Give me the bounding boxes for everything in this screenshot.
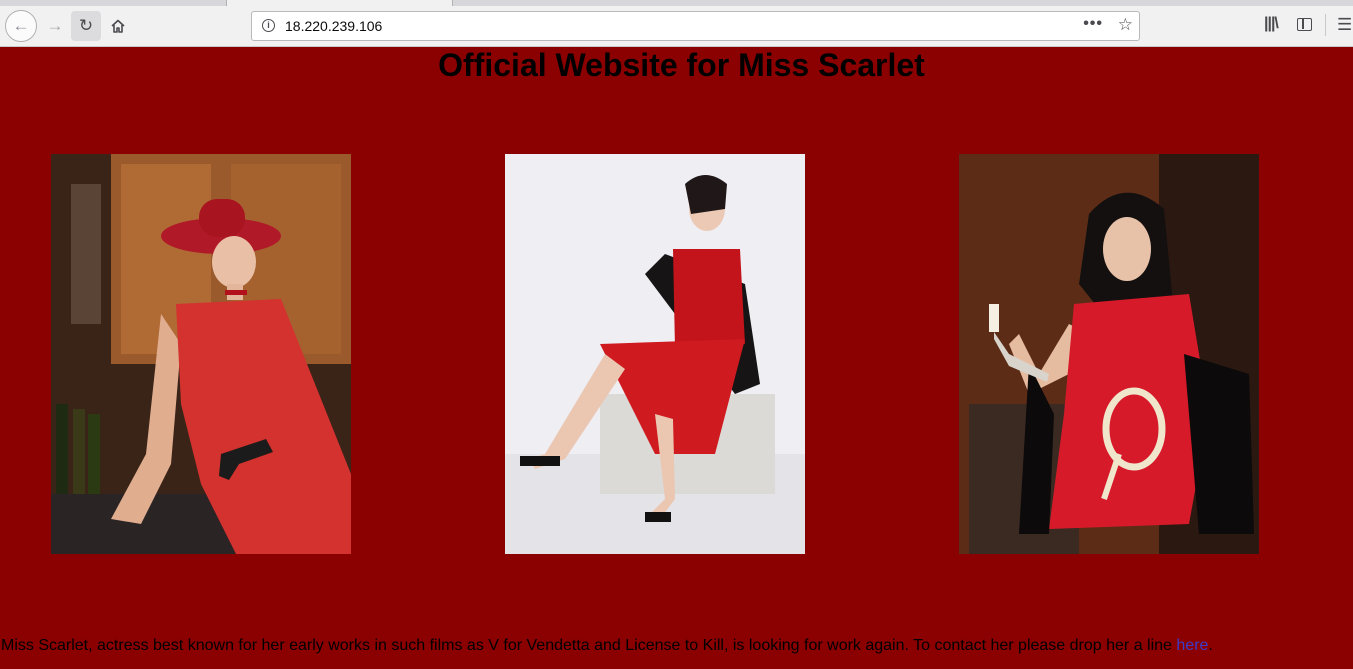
active-tab[interactable] [226,0,453,6]
hamburger-menu-icon[interactable]: ☰ [1337,15,1352,35]
site-info-icon[interactable]: i [262,19,275,32]
photo-candlestick-rope [959,154,1259,554]
photo-red-hat [51,154,351,554]
reload-button[interactable]: ↻ [71,11,101,41]
bio-text: Miss Scarlet, actress best known for her… [1,637,1177,654]
contact-link[interactable]: here [1176,637,1208,654]
bio-paragraph: Miss Scarlet, actress best known for her… [1,637,1213,655]
bio-end: . [1208,637,1213,654]
home-icon [111,19,125,33]
forward-button[interactable]: → [40,11,70,41]
library-icon[interactable]: |||\ [1264,15,1279,33]
back-button[interactable]: ← [5,10,37,42]
url-text[interactable]: 18.220.239.106 [285,18,382,34]
home-button[interactable] [103,11,133,41]
tab-strip [0,0,1353,6]
browser-toolbar: ← → ↻ i 18.220.239.106 ••• ☆ |||\ ☰ [0,0,1353,47]
bookmark-star-icon[interactable]: ☆ [1118,15,1133,35]
forward-arrow-icon: → [46,16,64,35]
sidebar-icon[interactable] [1297,18,1312,31]
toolbar-divider [1325,14,1326,36]
reload-icon: ↻ [78,16,94,35]
page-content: Official Website for Miss Scarlet Miss S… [0,47,1353,669]
photo-red-satin-dress [505,154,805,554]
address-bar[interactable]: i 18.220.239.106 ••• ☆ [251,11,1140,41]
back-arrow-icon: ← [12,16,30,35]
page-title: Official Website for Miss Scarlet [438,47,925,83]
page-actions-icon[interactable]: ••• [1083,15,1103,33]
